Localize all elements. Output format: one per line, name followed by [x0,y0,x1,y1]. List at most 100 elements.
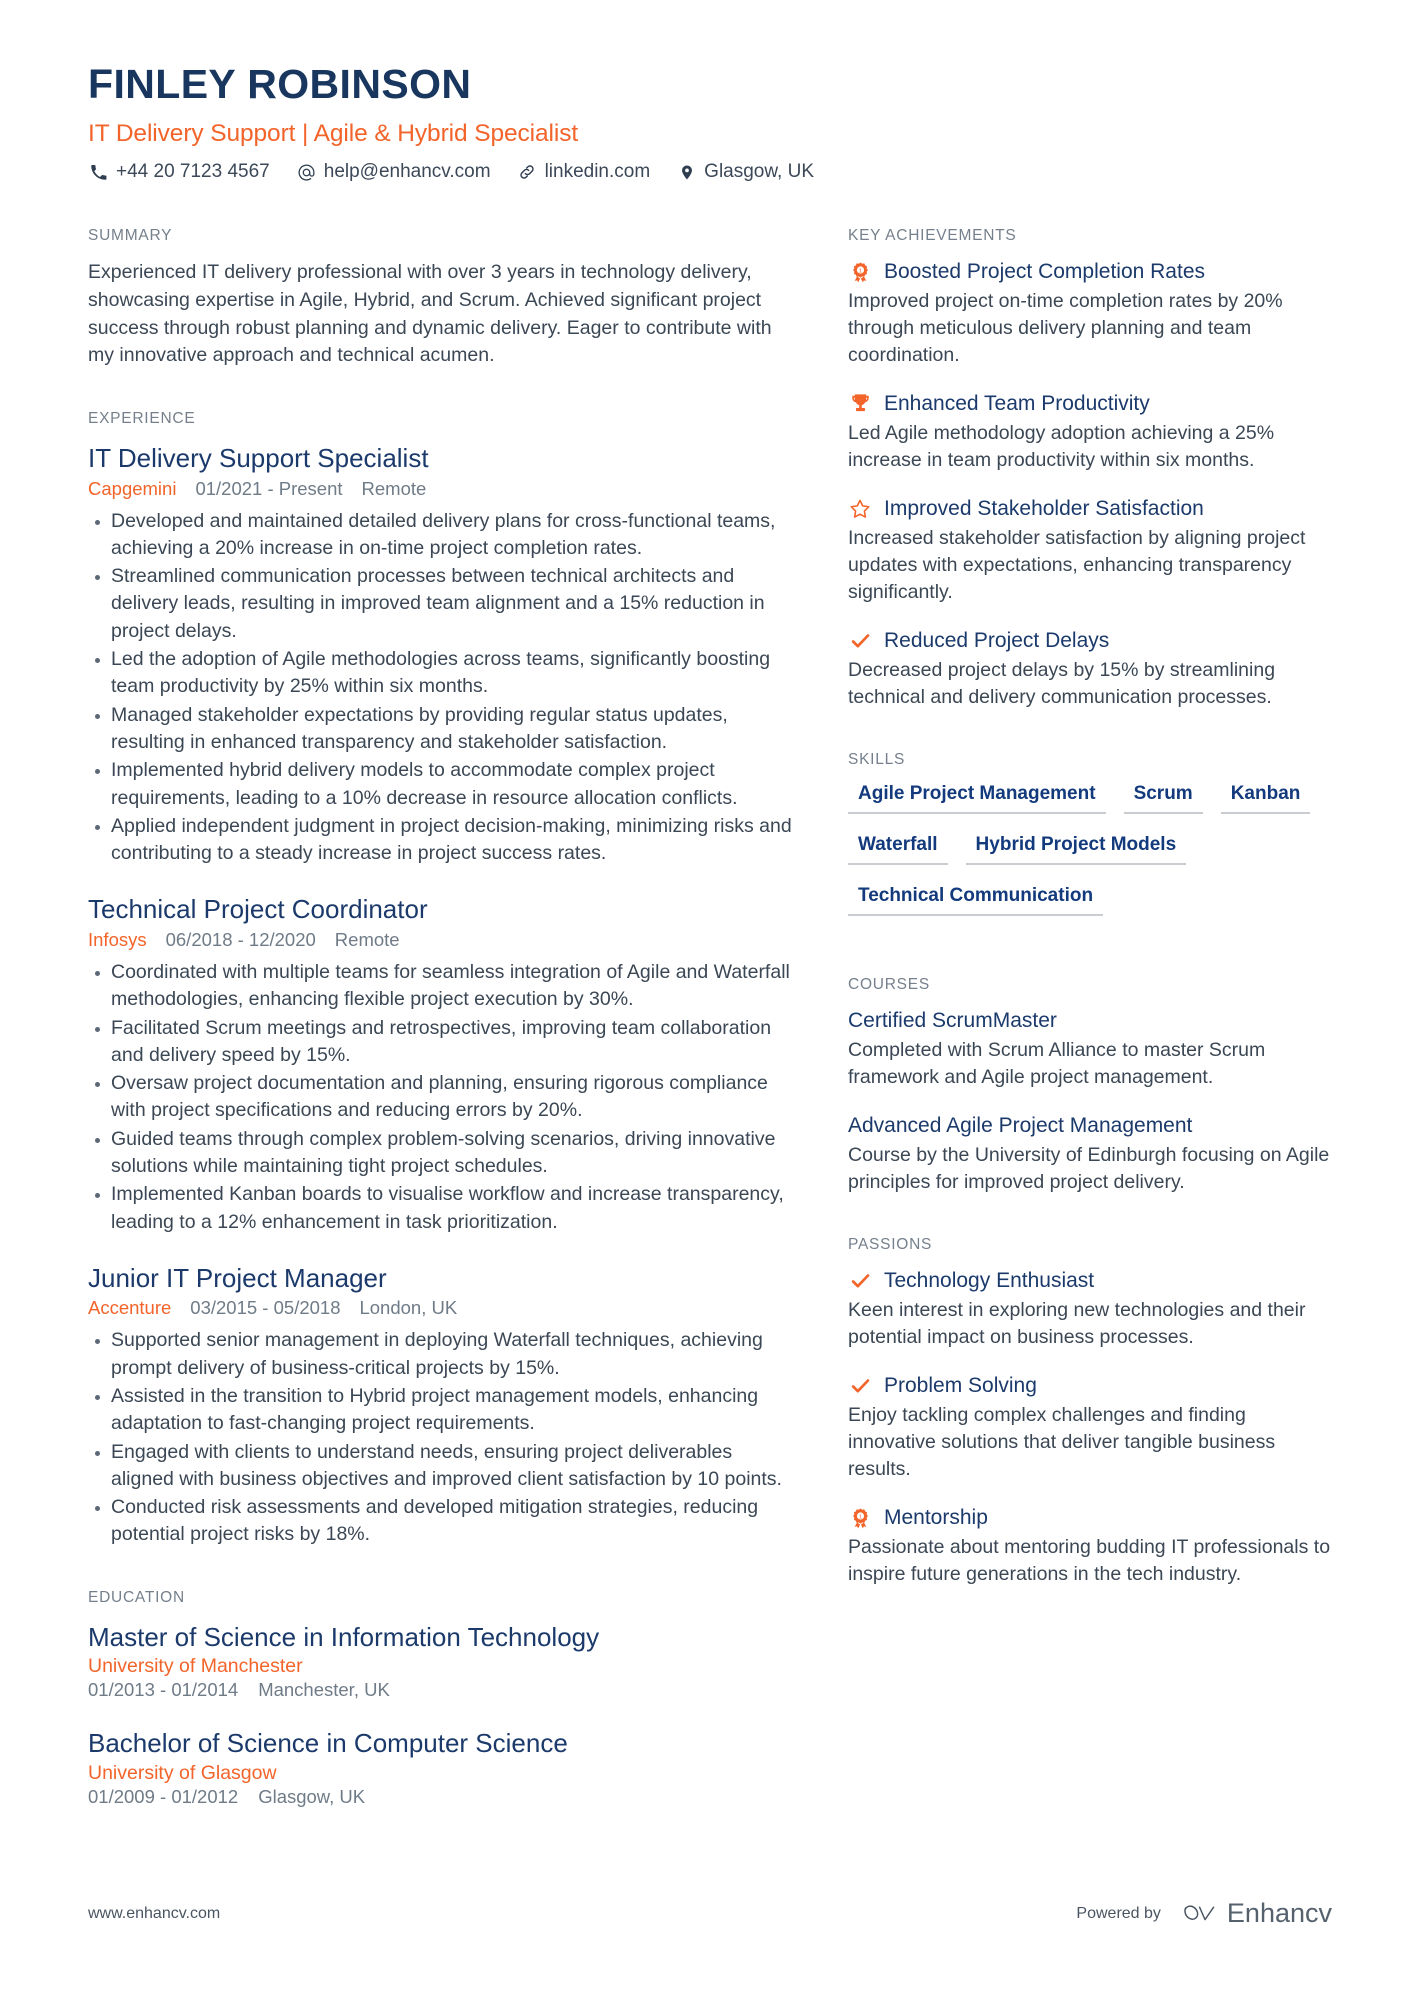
job-bullet-list: Coordinated with multiple teams for seam… [88,959,800,1236]
check-icon [848,1374,872,1398]
achievements-heading: KEY ACHIEVEMENTS [848,227,1017,245]
contact-email[interactable]: help@enhancv.com [296,161,491,183]
star-outline-icon [848,497,872,521]
education-degree: Master of Science in Information Technol… [88,1621,600,1652]
passion-description: Enjoy tackling complex challenges and fi… [848,1404,1276,1481]
experience-section: EXPERIENCE IT Delivery Support Specialis… [88,410,800,1549]
skills-list: Agile Project Management Scrum Kanban Water… [848,783,1333,936]
course-description: Completed with Scrum Alliance to master … [848,1039,1266,1089]
left-column: SUMMARY Experienced IT delivery professi… [88,227,848,1847]
course-title: Advanced Agile Project Management [848,1114,1193,1138]
summary-heading: SUMMARY [88,227,173,245]
passion-description: Keen interest in exploring new technolog… [848,1299,1306,1349]
job-location: Remote [361,477,427,499]
achievement-header: Reduced Project Delays [848,628,1333,653]
skill-tag[interactable]: Kanban [1220,783,1311,815]
achievement-item: Reduced Project Delays Decreased project … [848,628,1333,711]
candidate-role: IT Delivery Support | Agile & Hybrid Spe… [88,119,579,147]
footer-brand-area: Powered by Enhancv [1076,1898,1332,1929]
award-ribbon-icon: 1 [848,1506,872,1530]
achievement-item: Enhanced Team Productivity Led Agile meth… [848,391,1333,474]
contact-phone[interactable]: +44 20 7123 4567 [88,161,270,183]
job-bullet-list: Supported senior management in deploying… [88,1327,800,1548]
achievement-item: Improved Stakeholder Satisfaction Increas… [848,496,1333,606]
passions-list: Technology Enthusiast Keen interest in ex… [848,1268,1333,1588]
experience-bullet: Developed and maintained detailed delive… [88,508,800,563]
skill-tag[interactable]: Agile Project Management [848,783,1106,815]
check-icon [848,629,872,653]
powered-by-label: Powered by [1076,1904,1161,1922]
summary-section: SUMMARY Experienced IT delivery professi… [88,227,800,370]
contact-location-text: Glasgow, UK [704,161,814,183]
education-location: Glasgow, UK [258,1785,366,1807]
experience-item: IT Delivery Support Specialist Capgemini 0… [88,442,800,867]
contact-link-text: linkedin.com [544,161,651,183]
achievement-title: Improved Stakeholder Satisfaction [884,497,1204,521]
svg-text:1: 1 [859,268,862,274]
achievements-list: 1 Boosted Project Completion Rates Improve… [848,259,1333,711]
job-title: Technical Project Coordinator [88,894,428,925]
course-description: Course by the University of Edinburgh fo… [848,1144,1330,1194]
experience-bullet: Guided teams through complex problem-sol… [88,1126,800,1181]
enhancv-logo: Enhancv [1183,1898,1332,1929]
achievement-title: Enhanced Team Productivity [884,392,1150,416]
achievement-description: Improved project on-time completion rate… [848,290,1283,367]
passion-description: Passionate about mentoring budding IT pr… [848,1536,1331,1586]
experience-list: IT Delivery Support Specialist Capgemini 0… [88,442,800,1549]
achievement-item: 1 Boosted Project Completion Rates Improve… [848,259,1333,369]
experience-bullet: Led the adoption of Agile methodologies … [88,646,800,701]
experience-heading: EXPERIENCE [88,410,196,428]
education-heading: EDUCATION [88,1588,185,1606]
passion-item: Technology Enthusiast Keen interest in ex… [848,1268,1333,1351]
footer-website[interactable]: www.enhancv.com [88,1905,220,1923]
content-columns: SUMMARY Experienced IT delivery professi… [88,227,1332,1847]
skill-tag[interactable]: Waterfall [848,834,948,866]
courses-section: COURSES Certified ScrumMaster Completed w… [848,976,1333,1196]
resume-page: FINLEY ROBINSON IT Delivery Support | Ag… [0,0,1410,1995]
job-meta: Infosys 06/2018 - 12/2020 Remote [88,929,800,951]
contact-location: Glasgow, UK [676,161,814,183]
experience-bullet: Implemented Kanban boards to visualise w… [88,1181,800,1236]
job-location: Remote [334,928,400,950]
education-location: Manchester, UK [258,1679,390,1701]
page-footer: www.enhancv.com Powered by Enhancv [88,1898,1332,1929]
course-title: Certified ScrumMaster [848,1009,1057,1033]
job-title: Junior IT Project Manager [88,1262,387,1293]
contact-link[interactable]: linkedin.com [517,161,651,183]
experience-bullet: Applied independent judgment in project … [88,813,800,868]
experience-bullet: Oversaw project documentation and planni… [88,1070,800,1125]
experience-bullet: Engaged with clients to understand needs… [88,1439,800,1494]
experience-bullet: Conducted risk assessments and developed… [88,1494,800,1549]
achievement-title: Reduced Project Delays [884,629,1110,653]
job-bullet-list: Developed and maintained detailed delive… [88,508,800,868]
achievement-header: Improved Stakeholder Satisfaction [848,496,1333,521]
course-item: Certified ScrumMaster Completed with Scru… [848,1008,1333,1091]
education-item: Bachelor of Science in Computer Science U… [88,1727,800,1808]
trophy-icon [848,392,872,416]
phone-icon [88,162,109,183]
location-pin-icon [676,162,697,183]
skill-tag[interactable]: Technical Communication [848,885,1104,917]
job-dates: 03/2015 - 05/2018 [190,1297,341,1319]
job-meta: Accenture 03/2015 - 05/2018 London, UK [88,1297,800,1319]
experience-item: Junior IT Project Manager Accenture 03/201… [88,1262,800,1549]
experience-bullet: Assisted in the transition to Hybrid pro… [88,1383,800,1438]
enhancv-mark-icon [1183,1902,1217,1926]
achievement-title: Boosted Project Completion Rates [884,260,1205,284]
passion-item: Problem Solving Enjoy tackling complex ch… [848,1373,1333,1483]
skill-tag[interactable]: Hybrid Project Models [965,834,1187,866]
experience-bullet: Managed stakeholder expectations by prov… [88,702,800,757]
passion-title: Technology Enthusiast [884,1269,1095,1293]
courses-list: Certified ScrumMaster Completed with Scru… [848,1008,1333,1196]
education-meta: 01/2009 - 01/2012 Glasgow, UK [88,1786,800,1808]
passions-section: PASSIONS Technology Enthusiast Keen inter… [848,1236,1333,1588]
contact-email-text: help@enhancv.com [323,161,491,183]
achievement-description: Decreased project delays by 15% by strea… [848,659,1276,709]
achievement-header: Enhanced Team Productivity [848,391,1333,416]
passion-item: 1 Mentorship Passionate about mentoring bu… [848,1505,1333,1588]
skill-tag[interactable]: Scrum [1123,783,1203,815]
passion-title: Mentorship [884,1506,988,1530]
experience-bullet: Streamlined communication processes betw… [88,563,800,645]
skills-section: SKILLS Agile Project Management Scrum Kanb… [848,751,1333,936]
candidate-name: FINLEY ROBINSON [88,61,472,107]
